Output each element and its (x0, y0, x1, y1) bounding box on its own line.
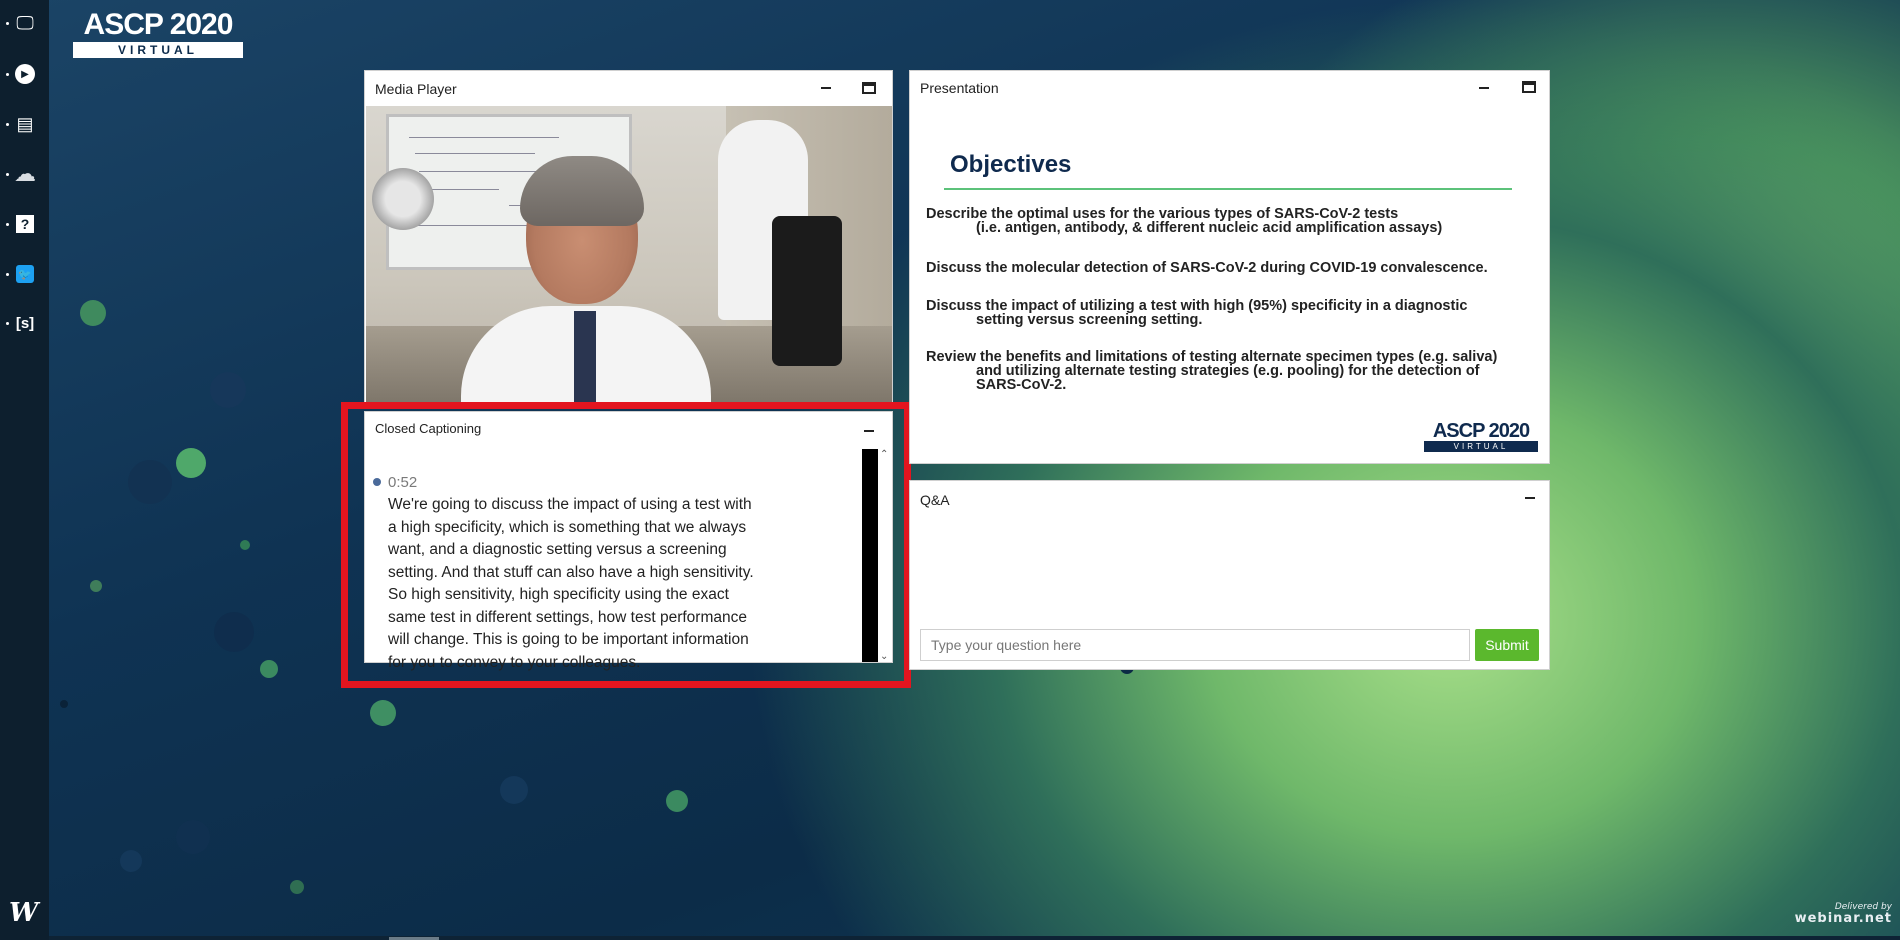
caption-timestamp[interactable]: 0:52 (388, 474, 417, 491)
media-player-title: Media Player (375, 81, 457, 97)
minimize-icon[interactable] (1476, 79, 1492, 95)
slides-icon: [s] (15, 314, 35, 332)
caption-list[interactable]: 0:52 We're going to discuss the impact o… (365, 446, 892, 671)
objective-item: Review the benefits and limitations of t… (926, 349, 1498, 393)
slide-divider (944, 188, 1512, 190)
caption-scrollbar[interactable]: ⌃ ⌄ (878, 449, 892, 662)
presentation-header: Presentation (910, 71, 1549, 105)
slide-ascp-logo: ASCP 2020 VIRTUAL (1424, 421, 1538, 452)
closed-captioning-header: Closed Captioning (365, 412, 892, 446)
sidebar-item-contact[interactable]: ▤ (6, 107, 42, 141)
ascp-logo: ASCP 2020 VIRTUAL (73, 10, 243, 58)
ascp-logo-subtitle: VIRTUAL (73, 42, 243, 58)
caption-marker-icon (373, 478, 381, 486)
wall-clock-image (372, 168, 434, 230)
media-player-header: Media Player (365, 71, 892, 105)
microscope-image (772, 216, 842, 366)
maximize-icon[interactable] (862, 82, 876, 94)
objective-item: Describe the optimal uses for the variou… (926, 206, 1443, 236)
sidebar-item-twitter[interactable]: 🐦 (6, 257, 42, 291)
caption-scrollbar-track[interactable] (862, 449, 878, 662)
closed-captioning-title: Closed Captioning (375, 421, 482, 436)
sidebar-item-cloud[interactable]: ☁ (6, 157, 42, 191)
minimize-icon[interactable] (818, 79, 834, 95)
question-input[interactable] (920, 629, 1470, 661)
objective-item: Discuss the molecular detection of SARS-… (926, 260, 1488, 276)
slide-heading: Objectives (950, 151, 1072, 178)
presentation-title: Presentation (920, 80, 999, 96)
scroll-down-icon[interactable]: ⌄ (880, 651, 888, 662)
objective-item: Discuss the impact of utilizing a test w… (926, 298, 1468, 328)
webinar-brand: webinar.net (1794, 911, 1892, 926)
left-sidebar: 🖵 ▶ ▤ ☁ ? 🐦 [s] W (0, 0, 49, 940)
twitter-icon: 🐦 (16, 265, 34, 283)
presentation-icon: 🖵 (16, 12, 34, 33)
submit-button[interactable]: Submit (1475, 629, 1539, 661)
caption-text: We're going to discuss the impact of usi… (388, 496, 754, 671)
qa-panel: Q&A Submit (909, 480, 1550, 670)
closed-captioning-panel: Closed Captioning 0:52 We're going to di… (364, 411, 893, 671)
ascp-logo-text: ASCP 2020 (83, 8, 234, 41)
sidebar-item-presentation[interactable]: 🖵 (6, 6, 42, 40)
sidebar-item-slides[interactable]: [s] (6, 306, 42, 340)
webinar-logo-icon[interactable]: W (9, 898, 38, 928)
qa-header: Q&A (910, 481, 1549, 515)
maximize-icon[interactable] (1522, 81, 1536, 93)
video-feed[interactable] (366, 106, 892, 402)
bottom-bar (49, 936, 1900, 940)
minimize-icon[interactable] (1522, 489, 1538, 505)
qa-title: Q&A (920, 492, 950, 508)
help-icon: ? (16, 215, 34, 233)
sidebar-item-help[interactable]: ? (6, 207, 42, 241)
play-icon: ▶ (15, 64, 35, 84)
scroll-up-icon[interactable]: ⌃ (880, 449, 888, 460)
cloud-icon: ☁ (14, 161, 36, 186)
media-player-panel: Media Player (364, 70, 893, 403)
delivered-by-badge[interactable]: Delivered by webinar.net (1795, 902, 1892, 926)
presentation-panel: Presentation Objectives Describe the opt… (909, 70, 1550, 464)
contact-card-icon: ▤ (16, 113, 34, 134)
minimize-icon[interactable] (861, 422, 877, 438)
sidebar-item-play[interactable]: ▶ (6, 57, 42, 91)
